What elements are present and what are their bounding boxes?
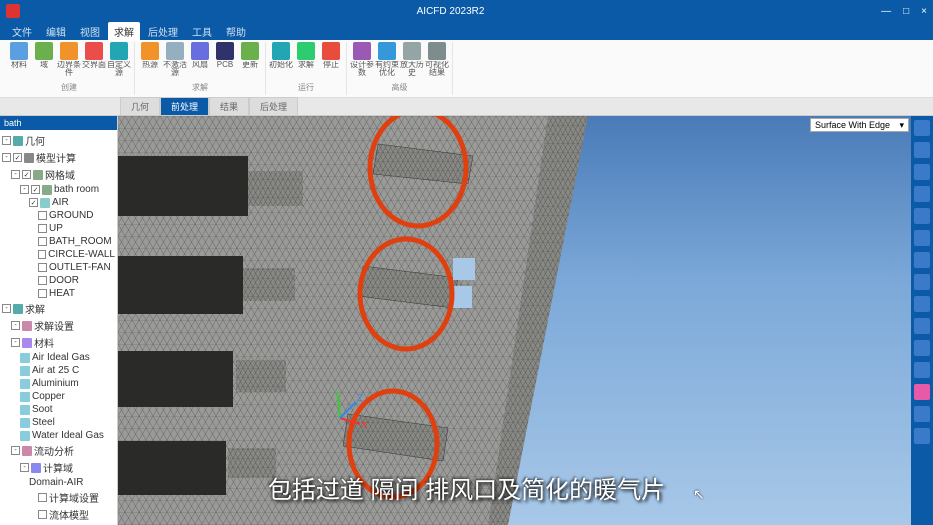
tree-node-7[interactable]: BATH_ROOM bbox=[0, 235, 117, 248]
ribbon-0-2[interactable]: 边界条件 bbox=[58, 42, 80, 80]
ribbon-1-1[interactable]: 不激活源 bbox=[164, 42, 186, 80]
workspace-tab-3[interactable]: 后处理 bbox=[249, 97, 298, 115]
app-logo-icon bbox=[6, 4, 20, 18]
menu-item-6[interactable]: 帮助 bbox=[220, 22, 252, 41]
menu-item-2[interactable]: 视图 bbox=[74, 22, 106, 41]
ribbon-3-0[interactable]: 设计参数 bbox=[351, 42, 373, 80]
workspace-tab-2[interactable]: 结果 bbox=[209, 97, 249, 115]
tree-node-18[interactable]: Copper bbox=[0, 390, 117, 403]
tree-node-4[interactable]: ✓AIR bbox=[0, 196, 117, 209]
mesh-render bbox=[118, 116, 933, 525]
display-mode-dropdown[interactable]: Surface With Edge bbox=[810, 118, 909, 132]
viewport-tool-8[interactable] bbox=[914, 296, 930, 312]
tree-node-5[interactable]: GROUND bbox=[0, 209, 117, 222]
viewport-tool-13[interactable] bbox=[914, 406, 930, 422]
ribbon-3-1[interactable]: 有约束优化 bbox=[376, 42, 398, 80]
tree-node-23[interactable]: -计算域 bbox=[0, 459, 117, 476]
title-bar: AICFD 2023R2 — □ × bbox=[0, 0, 933, 22]
video-caption: 包括过道 隔间 排风口及简化的暖气片 bbox=[268, 470, 665, 505]
viewport-tool-11[interactable] bbox=[914, 362, 930, 378]
viewport-tool-5[interactable] bbox=[914, 230, 930, 246]
tree-node-11[interactable]: HEAT bbox=[0, 287, 117, 300]
tree-node-12[interactable]: -求解 bbox=[0, 300, 117, 317]
viewport-tool-1[interactable] bbox=[914, 142, 930, 158]
svg-text:Y: Y bbox=[334, 390, 341, 401]
app-title: AICFD 2023R2 bbox=[417, 6, 485, 17]
tree-node-21[interactable]: Water Ideal Gas bbox=[0, 429, 117, 442]
ribbon-2-0[interactable]: 初始化 bbox=[270, 42, 292, 80]
tree-node-25[interactable]: 计算域设置 bbox=[0, 489, 117, 506]
viewport-tool-0[interactable] bbox=[914, 120, 930, 136]
menu-item-0[interactable]: 文件 bbox=[6, 22, 38, 41]
tree-node-6[interactable]: UP bbox=[0, 222, 117, 235]
viewport-tool-3[interactable] bbox=[914, 186, 930, 202]
tree-node-1[interactable]: -✓模型计算 bbox=[0, 149, 117, 166]
ribbon-1-3[interactable]: PCB bbox=[214, 42, 236, 80]
tree-node-24[interactable]: Domain-AIR bbox=[0, 476, 117, 489]
axis-gizmo[interactable]: X Y Z bbox=[328, 390, 368, 430]
ribbon-0-0[interactable]: 材料 bbox=[8, 42, 30, 80]
close-button[interactable]: × bbox=[921, 6, 927, 17]
menu-item-3[interactable]: 求解 bbox=[108, 22, 140, 41]
viewport-tool-9[interactable] bbox=[914, 318, 930, 334]
viewport-tool-14[interactable] bbox=[914, 428, 930, 444]
viewport-tool-12[interactable] bbox=[914, 384, 930, 400]
viewport-tool-6[interactable] bbox=[914, 252, 930, 268]
tree-node-0[interactable]: -几何 bbox=[0, 132, 117, 149]
svg-text:Z: Z bbox=[357, 393, 363, 404]
tree-node-2[interactable]: -✓网格域 bbox=[0, 166, 117, 183]
tree-node-8[interactable]: CIRCLE-WALL bbox=[0, 248, 117, 261]
tree-node-17[interactable]: Aluminium bbox=[0, 377, 117, 390]
tree-node-9[interactable]: OUTLET-FAN bbox=[0, 261, 117, 274]
ribbon-3-2[interactable]: 放大历史 bbox=[401, 42, 423, 80]
ribbon-1-0[interactable]: 热源 bbox=[139, 42, 161, 80]
tree-node-19[interactable]: Soot bbox=[0, 403, 117, 416]
tree-node-20[interactable]: Steel bbox=[0, 416, 117, 429]
viewport-tool-2[interactable] bbox=[914, 164, 930, 180]
menu-item-5[interactable]: 工具 bbox=[186, 22, 218, 41]
ribbon-0-3[interactable]: 交界面 bbox=[83, 42, 105, 80]
menu-bar: 文件编辑视图求解后处理工具帮助 bbox=[0, 22, 933, 40]
menu-item-1[interactable]: 编辑 bbox=[40, 22, 72, 41]
viewport-tool-10[interactable] bbox=[914, 340, 930, 356]
svg-text:X: X bbox=[361, 420, 368, 430]
tree-node-3[interactable]: -✓bath room bbox=[0, 183, 117, 196]
ribbon-toolbar: 材料域边界条件交界面自定义源创建热源不激活源风扇PCB更新求解初始化求解停止运行… bbox=[0, 40, 933, 98]
tree-node-22[interactable]: -流动分析 bbox=[0, 442, 117, 459]
ribbon-1-4[interactable]: 更新 bbox=[239, 42, 261, 80]
workspace-tab-0[interactable]: 几何 bbox=[120, 97, 160, 115]
menu-item-4[interactable]: 后处理 bbox=[142, 22, 184, 41]
minimize-button[interactable]: — bbox=[881, 6, 891, 17]
viewport-tool-4[interactable] bbox=[914, 208, 930, 224]
tree-node-16[interactable]: Air at 25 C bbox=[0, 364, 117, 377]
ribbon-0-1[interactable]: 域 bbox=[33, 42, 55, 80]
viewport-right-toolbar bbox=[911, 116, 933, 525]
mouse-cursor-icon: ↖ bbox=[693, 486, 705, 503]
tree-node-15[interactable]: Air Ideal Gas bbox=[0, 351, 117, 364]
ribbon-0-4[interactable]: 自定义源 bbox=[108, 42, 130, 80]
tree-node-26[interactable]: 流体模型 bbox=[0, 506, 117, 523]
model-tree-sidebar[interactable]: bath -几何-✓模型计算-✓网格域-✓bath room✓AIRGROUND… bbox=[0, 116, 118, 525]
ribbon-1-2[interactable]: 风扇 bbox=[189, 42, 211, 80]
tree-node-10[interactable]: DOOR bbox=[0, 274, 117, 287]
ribbon-3-3[interactable]: 可视化结果 bbox=[426, 42, 448, 80]
workspace-tab-bar: 几何前处理结果后处理 bbox=[0, 98, 933, 116]
tree-node-14[interactable]: -材料 bbox=[0, 334, 117, 351]
sidebar-title: bath bbox=[0, 116, 117, 130]
workspace-tab-1[interactable]: 前处理 bbox=[160, 97, 209, 115]
ribbon-2-2[interactable]: 停止 bbox=[320, 42, 342, 80]
3d-viewport[interactable]: X Y Z Surface With Edge ↖ bbox=[118, 116, 933, 525]
viewport-tool-7[interactable] bbox=[914, 274, 930, 290]
maximize-button[interactable]: □ bbox=[903, 6, 909, 17]
ribbon-2-1[interactable]: 求解 bbox=[295, 42, 317, 80]
tree-node-13[interactable]: -求解设置 bbox=[0, 317, 117, 334]
